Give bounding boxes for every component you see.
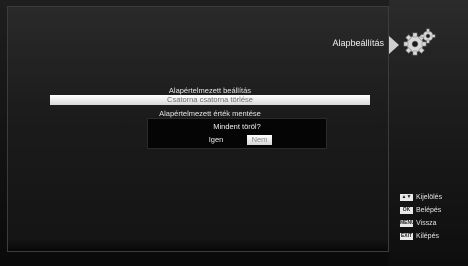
legend-back: MENUVissza [400,219,437,229]
title-arrow-icon [389,36,399,54]
legend-label-enter: Belépés [416,207,442,214]
updown-key-icon: ▲▼ [400,193,413,201]
menu-key-icon: MENU [400,219,415,227]
exit-key-icon: EXIT [400,232,413,240]
legend-label-exit: Kilépés [416,233,439,240]
yes-button[interactable]: Igen [203,135,229,145]
gear-icon [403,28,436,56]
legend-select: ▲▼ Kijelölés [400,193,442,203]
menu-item-delete-channels[interactable]: Csatorna csatorna törlése [50,95,370,105]
no-button[interactable]: Nem [247,135,272,145]
ok-key-icon: OK [400,206,413,214]
dialog-message: Mindent töröl? [213,122,261,131]
legend-label-back: Vissza [416,220,437,227]
legend-enter: OK Belépés [400,206,441,216]
page-title: Alapbeállítás [332,38,384,48]
legend-label-select: Kijelölés [416,194,443,201]
legend-exit: EXIT Kilépés [400,232,439,242]
confirm-dialog: Mindent töröl? Igen Nem [147,118,327,149]
panel-shadow [8,239,388,251]
